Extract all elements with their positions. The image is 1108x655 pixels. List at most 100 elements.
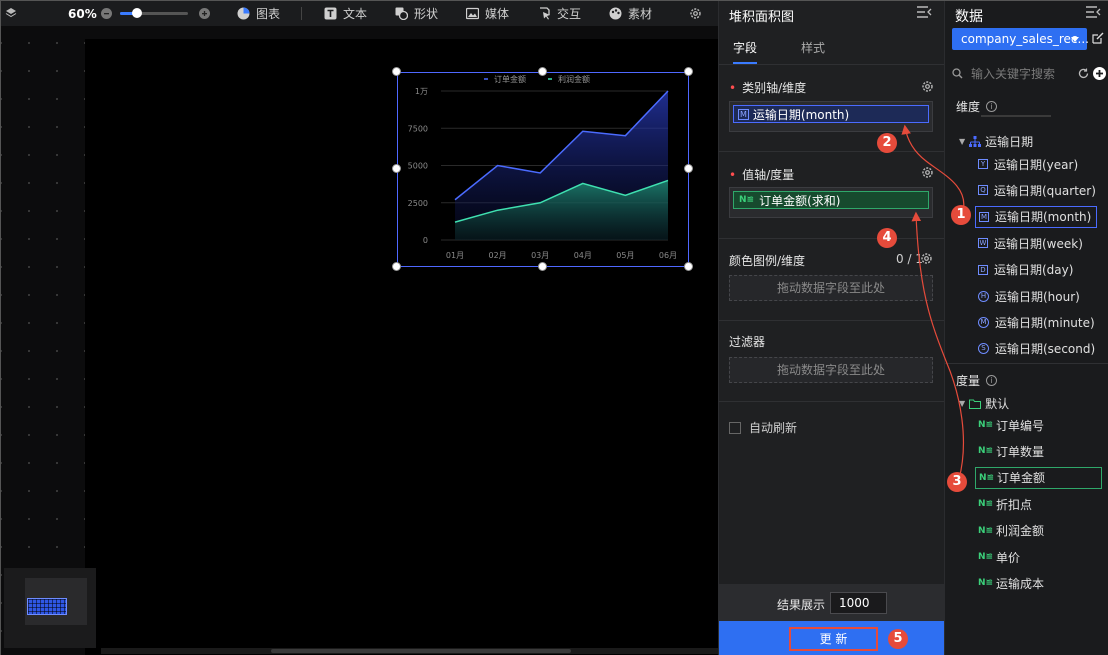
y-tick-label: 0: [423, 236, 428, 245]
date-granularity-icon: S: [978, 343, 989, 355]
layers-icon[interactable]: [5, 7, 17, 19]
measure-field-item[interactable]: N≌ 单价: [978, 546, 1020, 568]
measure-folder-row[interactable]: ▼ 默认: [959, 395, 1009, 412]
auto-refresh-checkbox[interactable]: [729, 421, 741, 434]
measure-field-item[interactable]: N≌ 订单数量: [978, 440, 1044, 462]
toolbar-material-button[interactable]: 素材: [609, 5, 652, 22]
search-placeholder: 输入关键字搜索: [971, 66, 1056, 81]
number-badge-icon: N≌: [978, 446, 994, 457]
date-granularity-icon: M: [979, 211, 989, 222]
resize-handle-top-left[interactable]: [392, 67, 401, 76]
pie-chart-icon: [237, 7, 250, 20]
collapse-panel-icon[interactable]: [916, 5, 932, 19]
toolbar-divider: [301, 7, 302, 20]
chevron-down-icon: [1071, 37, 1079, 42]
dataset-select[interactable]: company_sales_rec...: [952, 28, 1089, 50]
resize-handle-bottom-right[interactable]: [684, 262, 693, 271]
resize-handle-top-right[interactable]: [684, 67, 693, 76]
toolbar-media-button[interactable]: 媒体: [466, 5, 509, 22]
measure-field-label: 订单数量: [996, 444, 1045, 459]
zoom-slider-handle[interactable]: [132, 8, 142, 18]
toolbar-shape-label: 形状: [414, 7, 439, 21]
resize-handle-left[interactable]: [392, 164, 401, 173]
scrollbar-thumb[interactable]: [271, 649, 571, 653]
date-field-item[interactable]: W 运输日期(week): [978, 232, 1083, 254]
palette-icon: [609, 7, 622, 20]
shape-icon: [395, 7, 408, 20]
horizontal-scrollbar[interactable]: [101, 648, 718, 654]
minimap[interactable]: [4, 568, 96, 648]
toolbar-media-label: 媒体: [485, 7, 510, 21]
resize-handle-right[interactable]: [684, 164, 693, 173]
toolbar-shape-button[interactable]: 形状: [395, 5, 438, 22]
result-limit-input[interactable]: 1000: [830, 592, 887, 614]
color-legend-dropzone[interactable]: 拖动数据字段至此处: [729, 275, 933, 301]
date-field-item[interactable]: Y 运输日期(year): [978, 153, 1078, 175]
collapse-data-panel-icon[interactable]: [1085, 5, 1101, 19]
date-field-item[interactable]: M 运输日期(minute): [978, 311, 1095, 333]
section-divider: [719, 238, 945, 239]
annotation-marker-2: 2: [877, 133, 897, 153]
refresh-icon[interactable]: [1078, 68, 1089, 79]
zoom-in-icon[interactable]: [199, 8, 210, 19]
edit-dataset-icon[interactable]: [1092, 32, 1104, 44]
add-field-icon[interactable]: [1093, 67, 1106, 80]
tab-style[interactable]: 样式: [801, 39, 825, 56]
image-icon: [466, 7, 479, 20]
measure-field-item[interactable]: N≌ 运输成本: [978, 572, 1044, 594]
value-axis-gear-icon[interactable]: [921, 166, 934, 179]
active-tab-indicator: [733, 62, 757, 64]
zoom-out-icon[interactable]: [101, 8, 112, 19]
measure-field-label: 运输成本: [996, 576, 1045, 591]
date-field-item[interactable]: D 运输日期(day): [978, 259, 1073, 281]
chart-properties-panel: 堆积面积图 字段 样式 • 类别轴/维度 M 运输日期(month) • 值轴/度量 …: [718, 1, 945, 655]
date-field-label: 运输日期(week): [994, 236, 1083, 251]
measure-field-item[interactable]: N≌ 订单编号: [978, 414, 1044, 436]
date-field-label: 运输日期(second): [995, 342, 1096, 357]
stacked-area-chart-widget[interactable]: 0 2500 5000 7500 1万 01月 02月 03月 04月 05月 06月 订单金额 利润金…: [397, 72, 689, 267]
measure-field-item[interactable]: N≌ 折扣点: [978, 493, 1032, 515]
date-field-item[interactable]: S 运输日期(second): [978, 338, 1095, 360]
value-field-pill[interactable]: N≌ 订单金额(求和): [733, 191, 929, 209]
date-field-item[interactable]: H 运输日期(hour): [978, 285, 1080, 307]
color-legend-count: 0 / 1: [896, 252, 923, 266]
filter-label: 过滤器: [729, 335, 766, 349]
toolbar-text-label: 文本: [343, 7, 368, 21]
zoom-value: 60%: [68, 6, 97, 21]
toolbar-chart-label: 图表: [256, 7, 281, 21]
value-axis-dropzone[interactable]: N≌ 订单金额(求和): [729, 187, 933, 218]
result-limit-bar: 结果展示 1000: [719, 584, 945, 621]
auto-refresh-row[interactable]: 自动刷新: [729, 419, 797, 436]
y-tick-label: 1万: [415, 87, 428, 96]
category-axis-gear-icon[interactable]: [921, 80, 934, 93]
category-field-pill[interactable]: M 运输日期(month): [733, 105, 929, 123]
filter-dropzone[interactable]: 拖动数据字段至此处: [729, 357, 933, 383]
number-badge-icon: N≌: [978, 578, 994, 589]
color-legend-gear-icon[interactable]: [920, 252, 933, 265]
zoom-slider[interactable]: [120, 8, 188, 18]
folder-icon: [969, 399, 982, 409]
toolbar-text-button[interactable]: 文本: [324, 5, 367, 22]
update-button[interactable]: 更 新: [789, 627, 878, 651]
resize-handle-top[interactable]: [538, 67, 547, 76]
measure-field-item[interactable]: N≌ 利润金额: [978, 520, 1044, 542]
x-tick-label: 04月: [574, 251, 592, 260]
date-field-item[interactable]: Q 运输日期(quarter): [978, 179, 1096, 201]
resize-handle-bottom-left[interactable]: [392, 262, 401, 271]
date-group-row[interactable]: ▼ 运输日期: [959, 133, 1033, 150]
annotation-marker-5: 5: [888, 629, 908, 649]
number-badge-icon: N≌: [739, 194, 755, 205]
toolbar-chart-button[interactable]: 图表: [237, 5, 280, 22]
toolbar-interaction-button[interactable]: 交互: [538, 5, 581, 22]
info-icon[interactable]: i: [986, 375, 998, 386]
measure-field-item[interactable]: N≌ 订单金额: [975, 466, 1102, 489]
auto-refresh-label: 自动刷新: [749, 421, 798, 435]
resize-handle-bottom[interactable]: [538, 262, 547, 271]
section-divider: [719, 320, 945, 321]
info-icon[interactable]: i: [986, 101, 998, 112]
date-field-item[interactable]: M 运输日期(month): [975, 205, 1097, 228]
tab-fields[interactable]: 字段: [733, 39, 757, 56]
field-search[interactable]: 输入关键字搜索: [952, 64, 1080, 82]
category-axis-dropzone[interactable]: M 运输日期(month): [729, 101, 933, 132]
settings-gear-icon[interactable]: [689, 7, 702, 20]
